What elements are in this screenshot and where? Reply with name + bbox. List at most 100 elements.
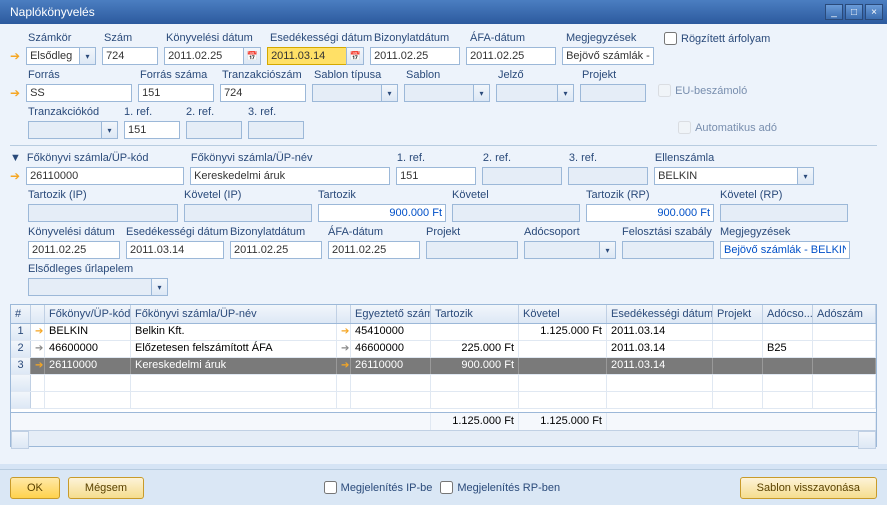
table-row[interactable]: 1➔BELKINBelkin Kft.➔454100001.125.000 Ft… — [11, 324, 876, 341]
m-esed-datum-label: Esedékességi dátum — [126, 226, 224, 238]
calendar-icon[interactable]: 📅 — [243, 47, 261, 65]
m-konyv-datum-input[interactable] — [28, 241, 120, 259]
m-ref2-label: 2. ref. — [483, 152, 563, 164]
fokonyv-kod-input[interactable] — [26, 167, 184, 185]
m-ref3-input[interactable] — [568, 167, 648, 185]
m-megj-input[interactable] — [720, 241, 850, 259]
calendar-icon[interactable]: 📅 — [346, 47, 364, 65]
kovetel-input[interactable] — [452, 204, 580, 222]
dropdown-icon[interactable]: ▾ — [600, 241, 616, 259]
elso-urlap-input[interactable] — [28, 278, 152, 296]
jelzo-input[interactable] — [496, 84, 558, 102]
sablon-tipus-input[interactable] — [312, 84, 382, 102]
tartozik-rp-input[interactable] — [586, 204, 714, 222]
jelzo-label: Jelző — [498, 69, 576, 81]
m-afa-datum-input[interactable] — [328, 241, 420, 259]
m-ref1-label: 1. ref. — [397, 152, 477, 164]
ref3-input[interactable] — [248, 121, 304, 139]
szamkor-label: Számkör — [28, 32, 98, 44]
esed-datum-label: Esedékességi dátum — [270, 32, 368, 44]
ellen-input[interactable] — [654, 167, 798, 185]
maximize-button[interactable]: □ — [845, 4, 863, 20]
m-projekt-label: Projekt — [426, 226, 518, 238]
m-projekt-input[interactable] — [426, 241, 518, 259]
scrollbar-horizontal[interactable] — [11, 430, 876, 446]
m-biz-datum-input[interactable] — [230, 241, 322, 259]
biz-datum-label: Bizonylatdátum — [374, 32, 464, 44]
total-kovetel: 1.125.000 Ft — [519, 413, 607, 430]
dropdown-icon[interactable]: ▾ — [798, 167, 814, 185]
col-adoszam[interactable]: Adószám — [813, 305, 876, 323]
ok-button[interactable]: OK — [10, 477, 60, 499]
forras-input[interactable] — [26, 84, 132, 102]
m-biz-datum-label: Bizonylatdátum — [230, 226, 322, 238]
fokonyv-nev-input[interactable] — [190, 167, 390, 185]
ref2-input[interactable] — [186, 121, 242, 139]
sablon-vissza-button[interactable]: Sablon visszavonása — [740, 477, 877, 499]
minimize-button[interactable]: _ — [825, 4, 843, 20]
col-esed[interactable]: Esedékességi dátum — [607, 305, 713, 323]
afa-datum-input[interactable] — [466, 47, 556, 65]
auto-ado-checkbox — [678, 121, 691, 134]
col-projekt[interactable]: Projekt — [713, 305, 763, 323]
szamkor-dropdown-icon[interactable]: ▾ — [80, 47, 96, 65]
tranz-szam-input[interactable] — [220, 84, 306, 102]
megj-rp-checkbox[interactable] — [440, 481, 453, 494]
col-fokonyv-kod[interactable]: Főkönyv/ÜP-kód — [45, 305, 131, 323]
megj-ip-checkbox[interactable] — [324, 481, 337, 494]
tranz-szam-label: Tranzakciószám — [222, 69, 308, 81]
rogzitett-checkbox[interactable] — [664, 32, 677, 45]
table-row[interactable] — [11, 392, 876, 409]
dropdown-icon[interactable]: ▾ — [382, 84, 398, 102]
esed-datum-input[interactable] — [267, 47, 347, 65]
felosztas-input[interactable] — [622, 241, 714, 259]
dropdown-icon[interactable]: ▾ — [558, 84, 574, 102]
elso-urlap-label: Elsődleges űrlapelem — [28, 263, 168, 275]
tartozik-ip-input[interactable] — [28, 204, 178, 222]
col-kovetel[interactable]: Követel — [519, 305, 607, 323]
col-num[interactable]: # — [11, 305, 31, 323]
projekt-input[interactable] — [580, 84, 646, 102]
collapse-icon[interactable]: ▼ — [10, 152, 21, 164]
col-egyezteto[interactable]: Egyeztető számla — [351, 305, 431, 323]
afa-datum-label: ÁFA-dátum — [470, 32, 560, 44]
dropdown-icon[interactable]: ▾ — [152, 278, 168, 296]
sablon-input[interactable] — [404, 84, 474, 102]
tartozik-input[interactable] — [318, 204, 446, 222]
dropdown-icon[interactable]: ▾ — [102, 121, 118, 139]
tranz-kod-label: Tranzakciókód — [28, 106, 118, 118]
col-tartozik[interactable]: Tartozik — [431, 305, 519, 323]
tranz-kod-input[interactable] — [28, 121, 102, 139]
m-ref2-input[interactable] — [482, 167, 562, 185]
konyv-datum-input[interactable] — [164, 47, 244, 65]
table-row[interactable]: 2➔46600000Előzetesen felszámított ÁFA➔46… — [11, 341, 876, 358]
felosztas-label: Felosztási szabály — [622, 226, 714, 238]
m-esed-datum-input[interactable] — [126, 241, 224, 259]
table-row[interactable]: 3➔26110000Kereskedelmi áruk➔26110000900.… — [11, 358, 876, 375]
ref1-input[interactable] — [124, 121, 180, 139]
szam-input[interactable] — [102, 47, 158, 65]
dropdown-icon[interactable]: ▾ — [474, 84, 490, 102]
sablon-tipus-label: Sablon típusa — [314, 69, 400, 81]
megj-input[interactable] — [562, 47, 654, 65]
adocsoport-input[interactable] — [524, 241, 600, 259]
ref3-label: 3. ref. — [248, 106, 304, 118]
kovetel-ip-input[interactable] — [184, 204, 312, 222]
grid-header: # Főkönyv/ÜP-kód Főkönyvi számla/ÜP-név … — [11, 305, 876, 324]
footer: OK Mégsem Megjelenítés IP-be Megjeleníté… — [0, 469, 887, 505]
forras-szama-input[interactable] — [138, 84, 214, 102]
close-button[interactable]: × — [865, 4, 883, 20]
kovetel-rp-input[interactable] — [720, 204, 848, 222]
m-ref1-input[interactable] — [396, 167, 476, 185]
grid: # Főkönyv/ÜP-kód Főkönyvi számla/ÜP-név … — [10, 304, 877, 447]
kovetel-label: Követel — [452, 189, 580, 201]
col-fokonyv-nev[interactable]: Főkönyvi számla/ÜP-név — [131, 305, 337, 323]
rogzitett-label: Rögzített árfolyam — [681, 33, 770, 45]
table-row[interactable] — [11, 375, 876, 392]
row-arrow-icon: ➔ — [10, 49, 20, 63]
col-adocs[interactable]: Adócso... — [763, 305, 813, 323]
biz-datum-input[interactable] — [370, 47, 460, 65]
cancel-button[interactable]: Mégsem — [68, 477, 144, 499]
szamkor-input[interactable] — [26, 47, 80, 65]
projekt-label: Projekt — [582, 69, 648, 81]
